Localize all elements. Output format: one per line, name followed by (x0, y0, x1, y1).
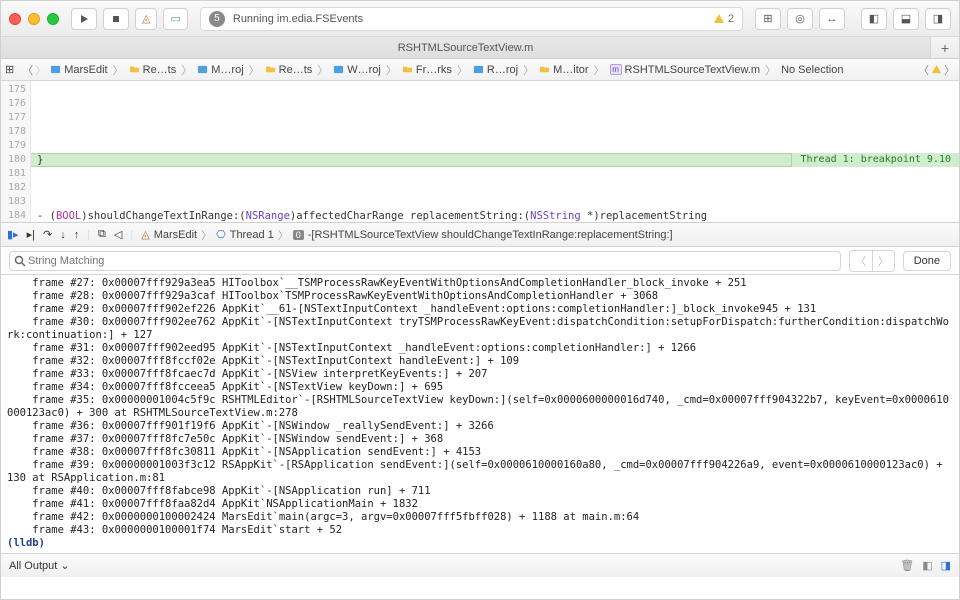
stop-button[interactable] (103, 8, 129, 30)
debug-view-icon[interactable]: ⧉ (98, 228, 106, 241)
done-button[interactable]: Done (903, 251, 951, 271)
panel-bottom[interactable]: ⬓ (893, 8, 919, 30)
toggle-breakpoints[interactable]: ▮▸ (7, 228, 19, 241)
search-icon (14, 255, 26, 267)
source-editor[interactable]: Thread 1: breakpoint 9.10 } - (BOOL)shou… (31, 81, 959, 222)
path-segment[interactable]: R…roj (471, 64, 520, 76)
debug-path[interactable]: ◬MarsEdit〉 ⎔Thread 1〉 0 -[RSHTMLSourceTe… (141, 227, 672, 243)
nav-issue-back[interactable]: 〈 (918, 62, 929, 78)
clear-console[interactable]: 🗑 (900, 559, 914, 572)
path-segment[interactable]: Re…ts (263, 64, 315, 76)
next-match[interactable]: 〉 (872, 251, 894, 271)
jump-bar[interactable]: ⊞ 〈 〉 MarsEdit〉 Re…ts〉 M…roj〉 Re…ts〉 W…r… (1, 59, 959, 81)
run-button[interactable] (71, 8, 97, 30)
path-segment[interactable]: M…roj (195, 64, 245, 76)
console-filter-input[interactable] (9, 251, 841, 271)
step-out-button[interactable]: ↑ (74, 229, 80, 241)
editor-tab[interactable]: RSHTMLSourceTextView.m (1, 37, 931, 58)
debug-console[interactable]: frame #27: 0x00007fff929a3ea5 HIToolbox`… (1, 275, 959, 553)
prev-match[interactable]: 〈 (850, 251, 872, 271)
step-into-button[interactable]: ↓ (60, 229, 66, 241)
path-segment[interactable]: W…roj (331, 64, 383, 76)
step-over-button[interactable]: ↷ (43, 228, 52, 241)
location-icon[interactable]: ◁ (114, 228, 122, 241)
breakpoint-label: Thread 1: breakpoint 9.10 (791, 153, 959, 167)
output-filter-menu[interactable]: All Output ⌄ (9, 559, 70, 572)
activity-count: 5 (209, 11, 225, 27)
nav-back[interactable]: 〈 (22, 62, 33, 78)
path-segment[interactable]: Re…ts (127, 64, 179, 76)
new-tab-button[interactable]: + (931, 37, 959, 58)
window-minimize[interactable] (28, 13, 40, 25)
destination-menu[interactable]: ▭ (163, 8, 187, 30)
related-items-icon[interactable]: ⊞ (5, 63, 14, 76)
path-segment[interactable]: MarsEdit (48, 64, 109, 76)
activity-text: Running im.edia.FSEvents (233, 13, 363, 25)
line-gutter[interactable]: 175176177178179180181182183184185 (1, 81, 31, 222)
path-segment[interactable]: No Selection (779, 64, 845, 76)
continue-button[interactable]: ▸| (27, 228, 35, 241)
path-segment[interactable]: mRSHTMLSourceTextView.m (608, 64, 763, 76)
window-close[interactable] (9, 13, 21, 25)
nav-issue-forward[interactable]: 〉 (944, 62, 955, 78)
variables-pane-toggle[interactable]: ◧ (922, 559, 932, 572)
activity-status: 5 Running im.edia.FSEvents 2 (200, 7, 743, 31)
editor-standard[interactable]: ⊞ (755, 8, 781, 30)
console-pane-toggle[interactable]: ◨ (941, 559, 951, 572)
editor-version[interactable]: ↔ (819, 8, 845, 30)
panel-left[interactable]: ◧ (861, 8, 887, 30)
panel-right[interactable]: ◨ (925, 8, 951, 30)
warning-icon (931, 64, 942, 75)
path-segment[interactable]: M…itor (537, 64, 590, 76)
editor-assistant[interactable]: ◎ (787, 8, 813, 30)
scheme-menu[interactable]: ◬ (135, 8, 157, 30)
warnings-badge[interactable]: 2 (713, 13, 734, 25)
path-segment[interactable]: Fr…rks (400, 64, 454, 76)
window-zoom[interactable] (47, 13, 59, 25)
lldb-prompt: (lldb) (7, 537, 45, 549)
nav-forward[interactable]: 〉 (35, 62, 46, 78)
